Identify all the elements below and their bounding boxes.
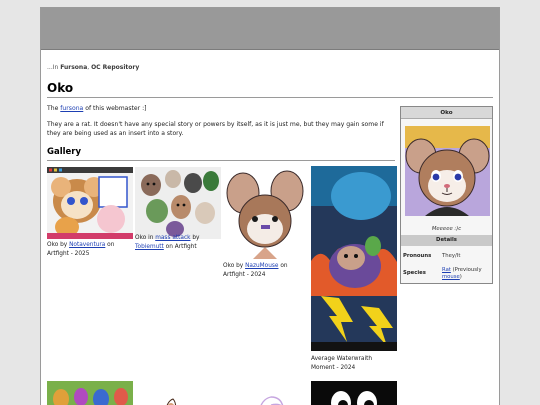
gallery-image-nazumouse[interactable] <box>223 167 309 259</box>
species-label: Species <box>403 270 426 276</box>
infobox-caption: Meeeee :)c <box>431 226 462 232</box>
gallery-image-7[interactable] <box>223 381 309 405</box>
site-header-bar <box>41 8 499 50</box>
intro-text: The <box>47 105 61 112</box>
title-divider <box>47 97 493 98</box>
intro-text-end: of this webmaster :] <box>83 105 147 112</box>
species-link-mouse[interactable]: mouse <box>442 274 460 280</box>
gallery-caption-1: Oko by Notaventura on Artfight - 2025 <box>47 241 133 258</box>
pronouns-value: They/It <box>442 253 461 259</box>
gallery-image-waterwraith[interactable] <box>311 166 397 351</box>
breadcrumb-prefix: ...In <box>47 64 61 71</box>
artist-link-tobiemutt[interactable]: Tobiemutt <box>135 244 164 250</box>
caption-text: Oko in <box>135 235 156 241</box>
gallery-caption-4: Average Waterwraith Moment - 2024 <box>311 356 373 371</box>
gallery-heading: Gallery <box>47 147 82 157</box>
gallery-image-mass-attack[interactable] <box>135 167 221 239</box>
gallery-caption-3: Oko by NazuMouse on Artfight - 2024 <box>223 262 307 279</box>
gallery-caption-2: Oko in mass attack by Tobiemutt on Artfi… <box>135 234 219 251</box>
mass-attack-link[interactable]: mass attack <box>155 235 190 241</box>
caption-text-mid: by <box>190 235 200 241</box>
description-paragraph: They are a rat. It doesn't have any spec… <box>47 121 384 137</box>
artist-link-nazumouse[interactable]: NazuMouse <box>245 263 278 269</box>
character-infobox: Oko Meeeee :)c Details Pronouns They/It <box>400 106 493 284</box>
breadcrumb-link-oc-repository[interactable]: OC Repository <box>91 64 139 71</box>
species-value: Rat (Previously mouse) <box>442 267 490 281</box>
infobox-title: Oko <box>401 107 492 119</box>
fursona-link[interactable]: fursona <box>60 105 83 112</box>
species-note: (Previously <box>450 267 482 273</box>
species-note-end: ) <box>459 274 462 280</box>
page-frame: ...In Fursona, OC Repository Oko The fur… <box>40 7 500 405</box>
pronouns-label: Pronouns <box>403 253 432 259</box>
gallery-image-5[interactable] <box>47 381 133 405</box>
caption-text: Oko by <box>223 263 246 269</box>
species-link-rat[interactable]: Rat <box>442 267 451 273</box>
infobox-details-heading: Details <box>401 235 492 246</box>
gallery-image-notaventura[interactable] <box>47 167 133 239</box>
page-title: Oko <box>47 81 74 95</box>
gallery-image-6[interactable] <box>135 381 221 405</box>
breadcrumb-link-fursona[interactable]: Fursona <box>60 64 87 71</box>
artist-link-notaventura[interactable]: Notaventura <box>69 242 105 248</box>
breadcrumb: ...In Fursona, OC Repository <box>47 64 139 71</box>
gallery-image-8[interactable] <box>311 381 397 405</box>
intro-paragraph: The fursona of this webmaster :] <box>47 105 395 114</box>
caption-text-end: on Artfight <box>163 243 197 250</box>
gallery-divider <box>47 160 395 161</box>
infobox-portrait[interactable] <box>405 126 490 216</box>
caption-text: Oko by <box>47 242 70 248</box>
